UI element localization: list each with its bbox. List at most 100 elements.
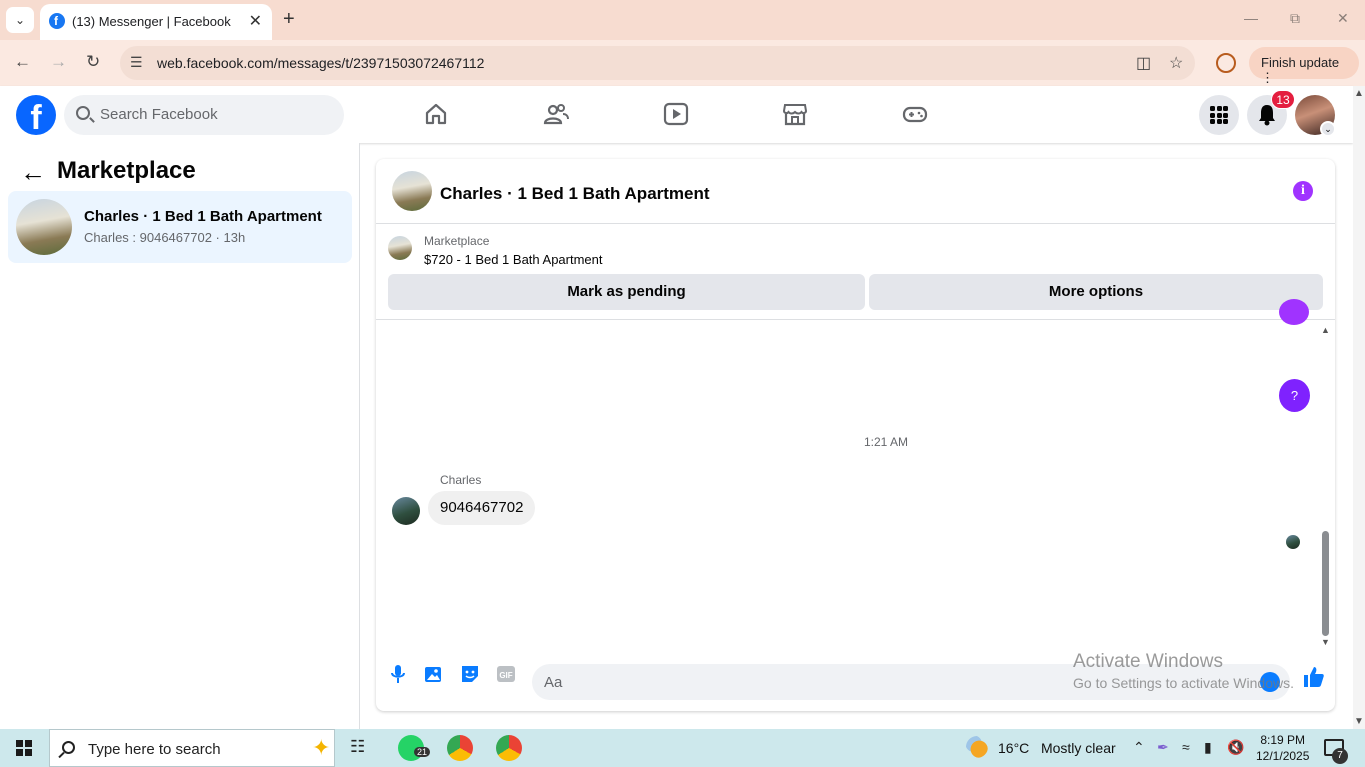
- chat-scrollbar[interactable]: ▲ ▼: [1320, 321, 1332, 647]
- mark-as-pending-button[interactable]: Mark as pending: [388, 274, 865, 310]
- seen-indicator-avatar: [1286, 535, 1300, 549]
- whatsapp-badge: 21: [414, 747, 431, 757]
- bell-icon: [1259, 105, 1275, 126]
- chat-scroll-up-icon[interactable]: ▲: [1321, 325, 1330, 335]
- clock-time: 8:19 PM: [1260, 733, 1306, 747]
- photo-icon[interactable]: [424, 664, 444, 684]
- browser-profile-icon[interactable]: [1216, 53, 1236, 73]
- back-icon[interactable]: ←: [14, 52, 31, 72]
- site-info-icon[interactable]: ☰: [130, 54, 143, 71]
- windows-taskbar: Type here to search ✦ ☷ 21 16°C Mostly c…: [0, 729, 1365, 767]
- microphone-icon[interactable]: [388, 664, 408, 684]
- conversation-preview: Charles : 9046467702 · 13h: [84, 230, 246, 245]
- volume-muted-icon[interactable]: 🔇: [1227, 739, 1244, 756]
- notification-center-badge: 7: [1332, 748, 1348, 764]
- scroll-up-arrow-icon[interactable]: ▲: [1354, 88, 1364, 99]
- reload-icon[interactable]: ↻: [86, 52, 100, 72]
- panel-title: Marketplace: [57, 157, 196, 184]
- sender-avatar[interactable]: [392, 497, 420, 525]
- friends-icon[interactable]: [543, 102, 569, 126]
- gaming-icon[interactable]: [902, 102, 928, 126]
- browser-tab-bar: ⌄ (13) Messenger | Facebook ✕ + — ⧉ ✕: [0, 0, 1365, 40]
- listing-label: Marketplace: [424, 234, 490, 248]
- chat-scroll-thumb[interactable]: [1322, 531, 1329, 636]
- scroll-down-arrow-icon[interactable]: ▼: [1354, 716, 1364, 727]
- taskbar-search[interactable]: Type here to search ✦: [49, 729, 335, 767]
- outgoing-question-bubble[interactable]: ?: [1279, 379, 1310, 412]
- weather-text[interactable]: 16°C Mostly clear: [998, 740, 1116, 756]
- chrome-icon[interactable]: [447, 735, 473, 761]
- temperature: 16°C: [998, 740, 1030, 756]
- incoming-message-bubble[interactable]: 9046467702: [428, 491, 536, 525]
- address-toolbar: ← → ↻ ☰ web.facebook.com/messages/t/2397…: [0, 40, 1365, 86]
- search-placeholder: Search Facebook: [100, 106, 218, 123]
- facebook-favicon-icon: [49, 13, 65, 29]
- chevron-down-icon[interactable]: ⌄: [1320, 121, 1336, 137]
- chat-listing-thumbnail[interactable]: [392, 171, 432, 211]
- message-list: ? 1:21 AM Charles 9046467702: [376, 299, 1335, 647]
- tab-search-dropdown[interactable]: ⌄: [6, 7, 34, 33]
- notification-count-badge: 13: [1271, 90, 1295, 109]
- restore-icon[interactable]: ⧉: [1290, 10, 1300, 27]
- pen-icon[interactable]: ✒: [1157, 739, 1169, 756]
- listing-price[interactable]: $720 - 1 Bed 1 Bath Apartment: [424, 252, 603, 267]
- close-tab-icon[interactable]: ✕: [249, 11, 262, 31]
- chat-panel: Charles · 1 Bed 1 Bath Apartment i Marke…: [376, 159, 1335, 711]
- activate-windows-watermark: Activate Windows Go to Settings to activ…: [1073, 651, 1294, 691]
- message-timestamp: 1:21 AM: [863, 435, 909, 449]
- wifi-icon[interactable]: ≈: [1182, 739, 1190, 755]
- watermark-title: Activate Windows: [1073, 651, 1223, 672]
- more-options-button[interactable]: More options: [869, 274, 1323, 310]
- menu-grid-icon: [1210, 106, 1228, 124]
- home-icon[interactable]: [423, 102, 449, 126]
- finish-update-label: Finish update: [1261, 55, 1340, 70]
- outgoing-message-bubble[interactable]: [1279, 299, 1309, 325]
- bookmark-star-icon[interactable]: ☆: [1169, 53, 1183, 73]
- new-tab-button[interactable]: +: [283, 8, 295, 31]
- listing-thumbnail: [16, 199, 72, 255]
- forward-icon[interactable]: →: [50, 52, 67, 72]
- conversation-item[interactable]: Charles · 1 Bed 1 Bath Apartment Charles…: [8, 191, 352, 263]
- weather-icon[interactable]: [966, 736, 988, 758]
- page-scrollbar[interactable]: ▲ ▼: [1353, 86, 1365, 729]
- menu-button[interactable]: [1199, 95, 1239, 135]
- info-icon[interactable]: i: [1293, 181, 1313, 201]
- marketplace-conversations-panel: ← Marketplace Charles · 1 Bed 1 Bath Apa…: [0, 143, 360, 729]
- taskbar-search-icon: [62, 741, 75, 754]
- weather-condition: Mostly clear: [1040, 740, 1116, 756]
- facebook-header: f Search Facebook 13 ⌄: [0, 86, 1353, 143]
- tab-title: (13) Messenger | Facebook: [72, 14, 231, 29]
- sticker-icon[interactable]: [460, 664, 480, 684]
- windows-start-icon[interactable]: [16, 740, 32, 756]
- back-arrow-icon[interactable]: ←: [20, 157, 46, 188]
- chrome-profile-icon[interactable]: [496, 735, 522, 761]
- taskbar-search-placeholder: Type here to search: [88, 741, 221, 758]
- svg-text:GIF: GIF: [499, 671, 512, 680]
- thumbs-up-icon[interactable]: [1302, 665, 1326, 689]
- facebook-search[interactable]: Search Facebook: [64, 95, 344, 135]
- url-text[interactable]: web.facebook.com/messages/t/239715030724…: [157, 55, 484, 71]
- close-window-icon[interactable]: ✕: [1337, 10, 1349, 27]
- facebook-logo-icon[interactable]: f: [16, 95, 56, 135]
- task-view-icon[interactable]: ☷: [350, 737, 365, 757]
- marketplace-icon[interactable]: [782, 102, 808, 126]
- install-app-icon[interactable]: ◫: [1136, 53, 1151, 73]
- chat-header: Charles · 1 Bed 1 Bath Apartment i: [376, 159, 1335, 224]
- sender-name: Charles: [440, 473, 482, 487]
- battery-icon[interactable]: ▮: [1204, 739, 1212, 756]
- conversation-name: Charles · 1 Bed 1 Bath Apartment: [84, 208, 322, 225]
- chevron-up-icon[interactable]: ⌃: [1133, 739, 1145, 756]
- minimize-icon[interactable]: —: [1244, 10, 1258, 26]
- message-input-placeholder: Aa: [544, 674, 563, 691]
- browser-tab[interactable]: (13) Messenger | Facebook ✕: [40, 4, 272, 40]
- listing-banner-thumbnail[interactable]: [388, 236, 412, 260]
- gif-icon[interactable]: GIF: [496, 664, 516, 684]
- finish-update-button[interactable]: Finish update ⋮: [1249, 47, 1359, 85]
- address-bar[interactable]: ☰ web.facebook.com/messages/t/2397150307…: [120, 46, 1195, 80]
- copilot-sparkle-icon[interactable]: ✦: [312, 735, 330, 761]
- chat-title[interactable]: Charles · 1 Bed 1 Bath Apartment: [440, 184, 710, 204]
- watch-icon[interactable]: [663, 102, 689, 126]
- clock[interactable]: 8:19 PM 12/1/2025: [1256, 732, 1309, 764]
- clock-date: 12/1/2025: [1256, 749, 1310, 763]
- chat-scroll-down-icon[interactable]: ▼: [1321, 637, 1330, 647]
